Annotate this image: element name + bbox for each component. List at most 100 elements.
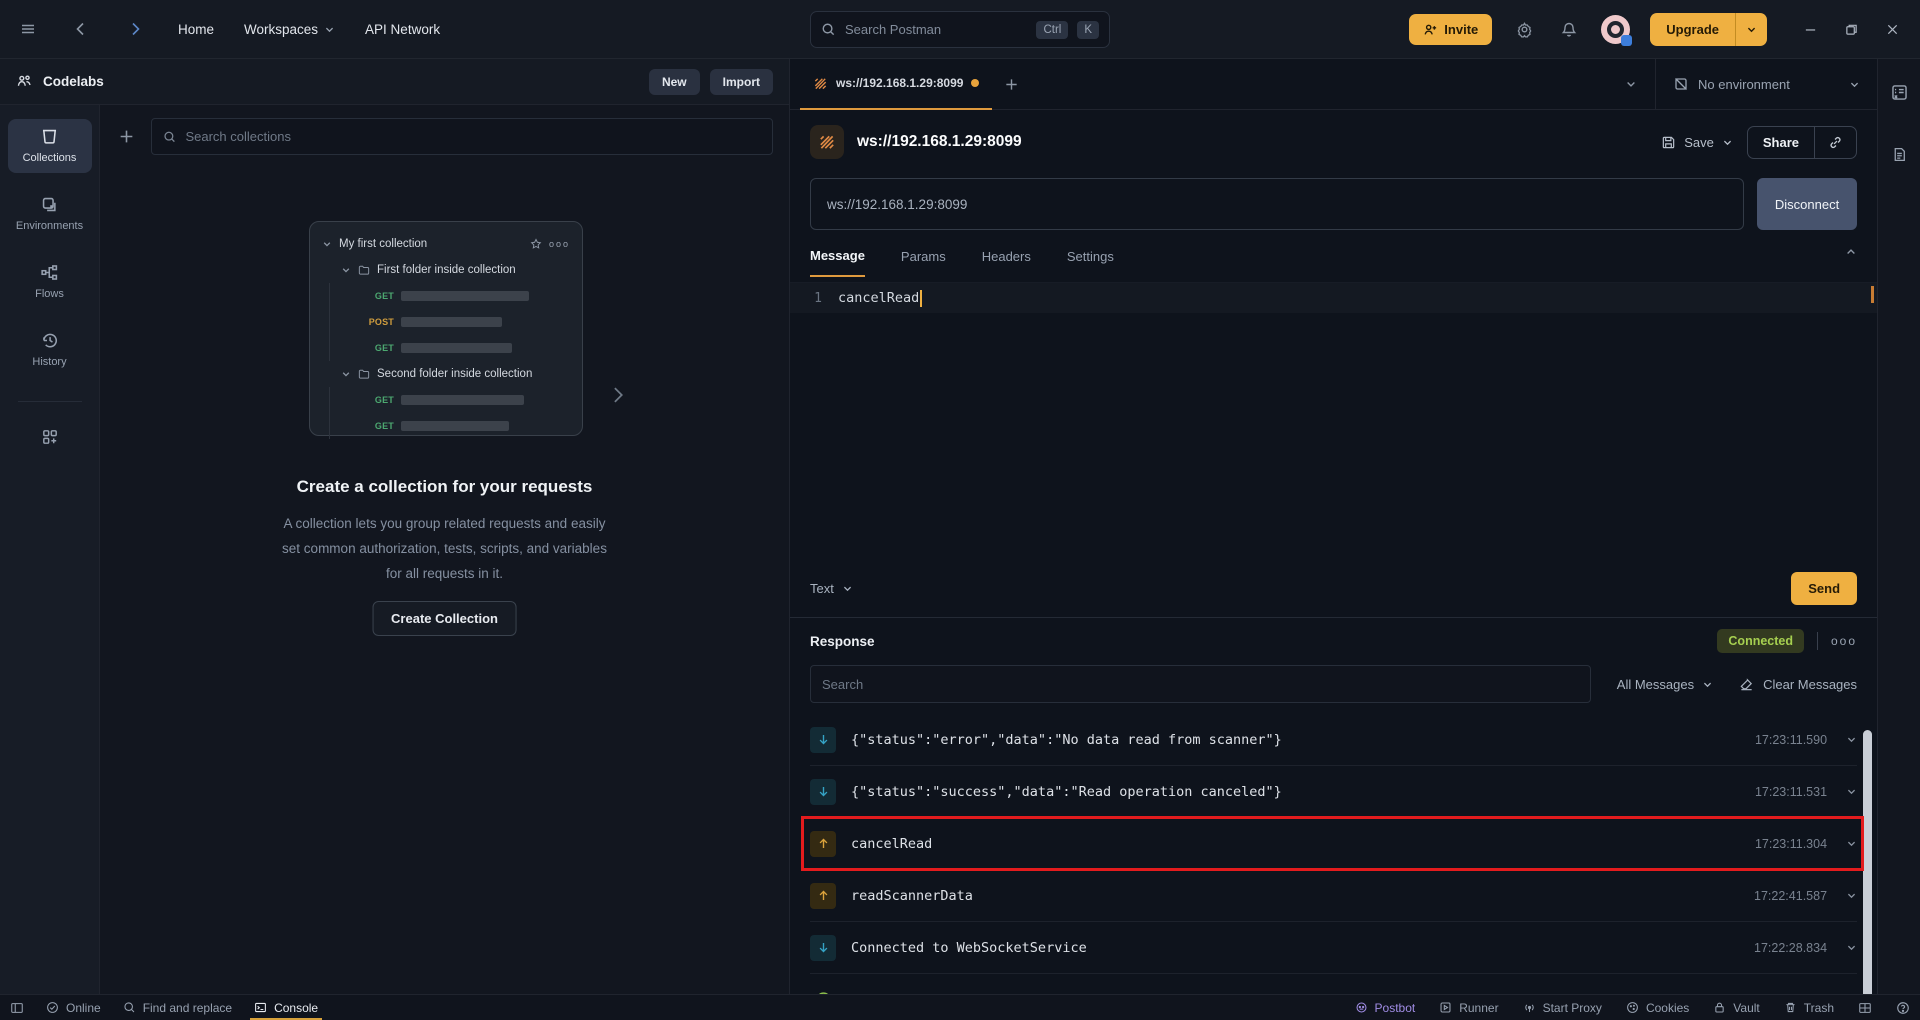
chevron-down-icon[interactable] xyxy=(1722,137,1733,148)
send-button[interactable]: Send xyxy=(1791,572,1858,605)
chevron-down-icon xyxy=(1850,82,1859,87)
message-row[interactable]: readScannerData 17:22:41.587 xyxy=(810,870,1858,922)
editor-active-line[interactable]: 1 cancelRead xyxy=(790,283,1878,313)
toggle-sidebar-button[interactable] xyxy=(10,995,24,1020)
add-collection-icon[interactable] xyxy=(114,124,139,149)
window-close-button[interactable] xyxy=(1877,17,1908,42)
tab-headers[interactable]: Headers xyxy=(982,249,1031,276)
create-collection-button[interactable]: Create Collection xyxy=(372,601,517,636)
runner-button[interactable]: Runner xyxy=(1439,995,1499,1020)
response-search-input[interactable] xyxy=(822,676,1579,692)
message-row[interactable]: Connected to ws://192.168.1.29:8099 17:2… xyxy=(810,974,1857,994)
response-options-icon[interactable]: ooo xyxy=(1831,634,1857,648)
vault-button[interactable]: Vault xyxy=(1713,995,1760,1020)
nav-workspaces[interactable]: Workspaces xyxy=(244,22,335,37)
message-format-select[interactable]: Text xyxy=(810,581,853,596)
shortcut-k-key: K xyxy=(1077,20,1099,39)
environment-selector[interactable]: No environment xyxy=(1655,59,1877,109)
collections-search-input[interactable] xyxy=(185,129,761,144)
trash-button[interactable]: Trash xyxy=(1784,995,1834,1020)
copy-link-icon[interactable] xyxy=(1815,127,1856,158)
upgrade-dropdown-button[interactable] xyxy=(1735,13,1767,46)
start-proxy-button[interactable]: Start Proxy xyxy=(1523,995,1602,1020)
websocket-icon xyxy=(814,77,827,89)
tab-list-dropdown-icon[interactable] xyxy=(1607,78,1655,90)
online-status[interactable]: Online xyxy=(46,995,101,1020)
empty-state-body: A collection lets you group related requ… xyxy=(282,516,607,581)
line-number: 1 xyxy=(814,290,822,306)
editor-content[interactable]: cancelRead xyxy=(838,290,919,306)
expand-row-icon[interactable] xyxy=(1846,942,1857,953)
postbot-button[interactable]: Postbot xyxy=(1355,995,1415,1020)
folder-icon xyxy=(358,265,370,275)
disconnect-button[interactable]: Disconnect xyxy=(1757,178,1858,230)
text-cursor xyxy=(920,289,923,307)
configure-sidebar-button[interactable] xyxy=(8,424,92,450)
lock-icon xyxy=(1715,1002,1724,1013)
response-search[interactable] xyxy=(810,665,1591,703)
workspace-switcher[interactable]: Codelabs xyxy=(16,73,104,90)
message-row[interactable]: Connected to WebSocketService 17:22:28.8… xyxy=(810,922,1858,974)
message-filter-select[interactable]: All Messages xyxy=(1617,677,1713,692)
new-button[interactable]: New xyxy=(648,68,700,95)
nav-api-network[interactable]: API Network xyxy=(365,22,440,37)
documentation-icon[interactable] xyxy=(1891,146,1908,163)
upgrade-button[interactable]: Upgrade xyxy=(1650,13,1735,46)
websocket-url-input[interactable] xyxy=(810,178,1745,230)
window-restore-button[interactable] xyxy=(1836,17,1867,42)
collections-search[interactable] xyxy=(151,118,773,155)
back-arrow-icon[interactable] xyxy=(68,17,93,41)
settings-gear-icon[interactable] xyxy=(1512,17,1537,42)
window-minimize-button[interactable] xyxy=(1795,17,1826,42)
message-editor[interactable]: 1 cancelRead xyxy=(790,282,1878,563)
save-button[interactable]: Save xyxy=(1661,135,1733,150)
help-button[interactable] xyxy=(1896,995,1910,1020)
save-icon xyxy=(1662,136,1675,148)
grid-icon xyxy=(42,430,57,444)
connected-check-icon xyxy=(810,987,836,994)
expand-row-icon[interactable] xyxy=(1846,786,1857,797)
request-tab-active[interactable]: ws://192.168.1.29:8099 xyxy=(800,59,993,110)
sidebar-item-collections[interactable]: Collections xyxy=(7,119,92,173)
expand-row-icon[interactable] xyxy=(1846,734,1857,745)
upgrade-split-button[interactable]: Upgrade xyxy=(1650,13,1767,46)
hamburger-menu-icon[interactable] xyxy=(16,17,40,41)
environments-icon xyxy=(42,197,56,212)
tab-settings[interactable]: Settings xyxy=(1067,249,1114,276)
sidebar-item-environments[interactable]: Environments xyxy=(8,187,92,241)
notifications-bell-icon[interactable] xyxy=(1557,17,1581,42)
message-row-highlighted[interactable]: cancelRead 17:23:11.304 xyxy=(801,816,1865,871)
collapse-section-icon[interactable] xyxy=(1845,246,1857,258)
expand-row-icon[interactable] xyxy=(1846,838,1857,849)
search-icon xyxy=(124,1002,135,1013)
received-arrow-icon xyxy=(810,726,836,753)
cookies-button[interactable]: Cookies xyxy=(1626,995,1689,1020)
nav-home[interactable]: Home xyxy=(178,22,214,37)
sidebar-item-history[interactable]: History xyxy=(8,323,92,377)
tab-params[interactable]: Params xyxy=(901,249,946,276)
message-row[interactable]: {"status":"error","data":"No data read f… xyxy=(810,714,1858,766)
user-avatar[interactable] xyxy=(1601,15,1633,46)
message-row[interactable]: {"status":"success","data":"Read operati… xyxy=(810,766,1858,818)
new-tab-button[interactable] xyxy=(992,77,1031,92)
environment-quick-look-icon[interactable] xyxy=(1890,83,1909,102)
console-button[interactable]: Console xyxy=(250,995,323,1020)
response-scrollbar[interactable] xyxy=(1863,730,1873,994)
clear-messages-button[interactable]: Clear Messages xyxy=(1739,677,1857,692)
global-search-input[interactable]: Search Postman Ctrl K xyxy=(810,11,1110,48)
folder-name: Second folder inside collection xyxy=(377,368,533,380)
find-and-replace-button[interactable]: Find and replace xyxy=(123,995,232,1020)
import-button[interactable]: Import xyxy=(709,68,773,95)
split-pane-button[interactable] xyxy=(1858,995,1872,1020)
expand-row-icon[interactable] xyxy=(1846,890,1857,901)
collection-illustration-card: My first collection ooo First folder ins… xyxy=(309,221,583,439)
invite-button[interactable]: Invite xyxy=(1409,14,1493,45)
workspace-name: Codelabs xyxy=(43,74,104,89)
collections-icon xyxy=(42,129,57,144)
search-icon xyxy=(822,23,835,36)
forward-arrow-icon[interactable] xyxy=(123,17,148,41)
carousel-next-icon[interactable] xyxy=(608,385,628,405)
sidebar-item-flows[interactable]: Flows xyxy=(8,255,92,309)
share-button[interactable]: Share xyxy=(1746,125,1858,159)
tab-message[interactable]: Message xyxy=(810,248,865,277)
